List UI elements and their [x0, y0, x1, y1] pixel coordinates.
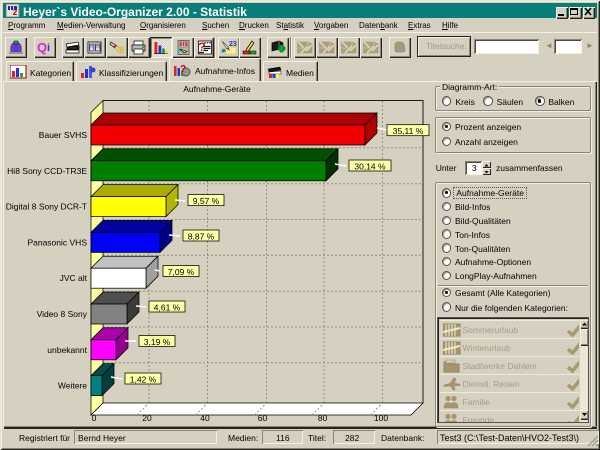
svg-text:Weitere: Weitere — [58, 381, 87, 391]
svg-text:?: ? — [180, 64, 186, 75]
svg-text:3,19 %: 3,19 % — [144, 337, 171, 347]
svg-text:JVC alt: JVC alt — [60, 273, 88, 283]
svg-text:80: 80 — [318, 413, 328, 423]
svg-text:35,11 %: 35,11 % — [393, 126, 424, 136]
svg-text:9,57 %: 9,57 % — [193, 196, 220, 206]
svg-text:Bauer SVHS: Bauer SVHS — [39, 130, 88, 140]
svg-text:30,14 %: 30,14 % — [354, 161, 386, 171]
svg-text:unbekannt: unbekannt — [47, 345, 87, 355]
svg-text:20: 20 — [142, 413, 152, 423]
svg-text:8,87 %: 8,87 % — [188, 231, 215, 241]
svg-text:7,09 %: 7,09 % — [168, 267, 195, 277]
svg-text:Panasonic VHS: Panasonic VHS — [27, 237, 87, 247]
svg-text:60: 60 — [258, 413, 268, 423]
svg-text:1,42 %: 1,42 % — [130, 374, 157, 384]
svg-text:40: 40 — [200, 413, 210, 423]
svg-text:4,61 %: 4,61 % — [154, 302, 181, 312]
svg-text:Video 8 Sony: Video 8 Sony — [37, 309, 88, 319]
svg-text:100: 100 — [374, 413, 388, 423]
svg-text:Hi8 Sony CCD-TR3E: Hi8 Sony CCD-TR3E — [7, 166, 87, 176]
svg-text:0: 0 — [92, 413, 97, 423]
svg-text:Aufnahme-Geräte: Aufnahme-Geräte — [183, 84, 251, 94]
svg-text:Digital 8 Sony DCR-T: Digital 8 Sony DCR-T — [6, 202, 87, 212]
